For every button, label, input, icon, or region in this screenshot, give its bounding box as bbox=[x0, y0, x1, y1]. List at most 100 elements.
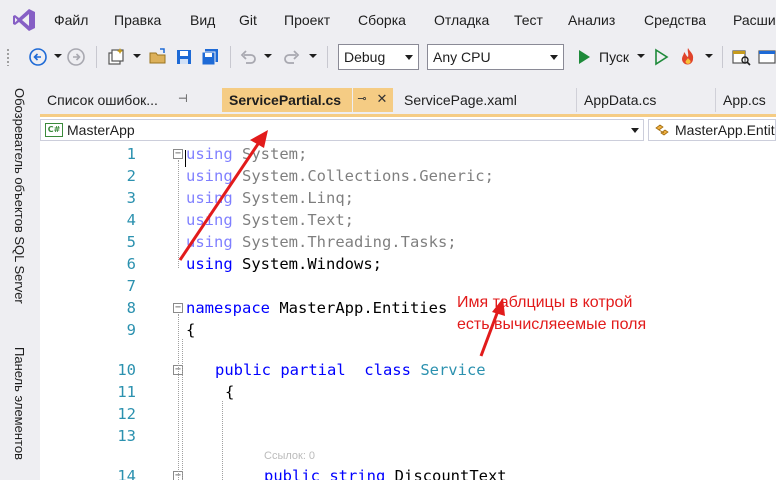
open-folder-icon[interactable] bbox=[148, 47, 168, 67]
close-icon[interactable]: ✕ bbox=[371, 88, 393, 112]
toolbar-window-icon[interactable] bbox=[757, 47, 776, 67]
chevron-down-icon bbox=[405, 55, 413, 60]
project-select[interactable]: C# MasterApp bbox=[40, 119, 644, 141]
toolbar-separator bbox=[230, 46, 231, 68]
line-number: 13 bbox=[117, 427, 136, 445]
line-number: 1 bbox=[126, 145, 136, 163]
sidebar-tab-label: Обозреватель объектов SQL Server bbox=[12, 88, 27, 304]
configuration-select[interactable]: Debug bbox=[338, 44, 419, 70]
menu-test[interactable]: Тест bbox=[514, 12, 543, 28]
chevron-down-icon[interactable] bbox=[637, 54, 645, 58]
chevron-down-icon[interactable] bbox=[705, 54, 713, 58]
collapse-icon[interactable]: − bbox=[173, 149, 183, 159]
editor-navigation-bar: C# MasterApp MasterApp.Entit bbox=[40, 117, 776, 143]
menu-analyze[interactable]: Анализ bbox=[568, 12, 615, 28]
line-number: 5 bbox=[126, 233, 136, 251]
code-text: public partial class Service bbox=[215, 361, 486, 379]
tab-servicepartial-cs[interactable]: ServicePartial.cs bbox=[222, 88, 352, 112]
chevron-down-icon bbox=[550, 55, 558, 60]
code-line-5: 5 using System.Threading.Tasks; bbox=[40, 231, 776, 253]
codelens-references[interactable]: Ссылок: 0 bbox=[264, 450, 315, 462]
code-text: public string DiscountText bbox=[264, 467, 507, 480]
chevron-down-icon[interactable] bbox=[133, 54, 141, 58]
menu-tools[interactable]: Средства bbox=[644, 12, 706, 28]
menu-view[interactable]: Вид bbox=[190, 12, 215, 28]
code-line-9: 9 { bbox=[40, 319, 776, 341]
toolbar-separator bbox=[96, 46, 97, 68]
start-button-label[interactable]: Пуск bbox=[599, 49, 629, 65]
toolbar-separator bbox=[327, 46, 328, 68]
code-line-3: 3 using System.Linq; bbox=[40, 187, 776, 209]
menu-extensions[interactable]: Расши bbox=[733, 12, 776, 28]
tab-error-list[interactable]: Список ошибок... bbox=[40, 88, 172, 112]
visual-studio-logo-icon[interactable] bbox=[12, 8, 36, 32]
type-select[interactable]: MasterApp.Entit bbox=[648, 119, 776, 141]
hot-reload-icon[interactable] bbox=[678, 47, 698, 67]
sql-server-object-explorer-tab[interactable]: Обозреватель объектов SQL Server bbox=[10, 88, 30, 338]
toolbar-grip[interactable] bbox=[6, 48, 10, 66]
project-value: MasterApp bbox=[67, 122, 135, 138]
code-line-10: 10 − public partial class Service bbox=[40, 359, 776, 381]
left-tool-panel: Обозреватель объектов SQL Server Панель … bbox=[0, 74, 40, 480]
code-editor[interactable]: 1 − using System; 2 using System.Collect… bbox=[40, 143, 776, 480]
tab-servicepage-xaml[interactable]: ServicePage.xaml bbox=[397, 88, 573, 112]
platform-select[interactable]: Any CPU bbox=[427, 44, 564, 70]
line-number: 8 bbox=[126, 299, 136, 317]
pin-icon[interactable]: ⊸ bbox=[353, 88, 371, 112]
code-text: using System.Linq; bbox=[186, 189, 354, 207]
new-project-icon[interactable] bbox=[106, 47, 126, 67]
code-line-13: 13 bbox=[40, 425, 776, 447]
line-number: 2 bbox=[126, 167, 136, 185]
toolbar-separator bbox=[722, 46, 723, 68]
pin-icon[interactable]: ⊣ bbox=[178, 92, 188, 105]
document-tab-bar: Список ошибок... ⊣ ServicePartial.cs ⊸ ✕… bbox=[40, 74, 776, 116]
class-icon bbox=[655, 124, 669, 136]
fold-guide bbox=[178, 314, 179, 480]
tab-app-cs[interactable]: App.cs bbox=[716, 88, 776, 112]
navigate-forward-icon bbox=[67, 48, 85, 66]
start-debugging-icon[interactable] bbox=[574, 47, 594, 67]
chevron-down-icon bbox=[309, 54, 317, 58]
line-number: 14 bbox=[117, 467, 136, 480]
chevron-down-icon bbox=[264, 54, 272, 58]
solution-explorer-icon[interactable] bbox=[731, 47, 751, 67]
line-number: 11 bbox=[117, 383, 136, 401]
chevron-down-icon[interactable] bbox=[54, 54, 62, 58]
start-without-debugging-icon[interactable] bbox=[651, 47, 671, 67]
toolbar: Debug Any CPU Пуск bbox=[0, 40, 776, 74]
menu-build[interactable]: Сборка bbox=[358, 12, 406, 28]
menu-project[interactable]: Проект bbox=[284, 12, 330, 28]
line-number: 4 bbox=[126, 211, 136, 229]
line-number: 12 bbox=[117, 405, 136, 423]
fold-guide bbox=[178, 160, 179, 268]
code-text: using System.Collections.Generic; bbox=[186, 167, 494, 185]
annotation-text: Имя таблцицы в котрой есть вычисляеемые … bbox=[457, 292, 646, 336]
tab-label: App.cs bbox=[723, 92, 766, 108]
line-number: 7 bbox=[126, 277, 136, 295]
save-all-icon[interactable] bbox=[200, 47, 220, 67]
tab-label: ServicePage.xaml bbox=[404, 92, 517, 108]
save-icon[interactable] bbox=[174, 47, 194, 67]
line-number: 9 bbox=[126, 321, 136, 339]
navigate-back-icon[interactable] bbox=[28, 47, 48, 67]
menu-edit[interactable]: Правка bbox=[114, 12, 161, 28]
code-text: using System; bbox=[186, 145, 308, 163]
tab-label: Список ошибок... bbox=[47, 92, 158, 108]
sidebar-tab-label: Панель элементов bbox=[12, 347, 27, 460]
code-line-11: 11 { bbox=[40, 381, 776, 403]
menu-debug[interactable]: Отладка bbox=[434, 12, 489, 28]
line-number: 10 bbox=[117, 361, 136, 379]
type-value: MasterApp.Entit bbox=[675, 122, 775, 138]
collapse-icon[interactable]: − bbox=[173, 303, 183, 313]
configuration-value: Debug bbox=[344, 49, 386, 65]
annotation-line-1: Имя таблцицы в котрой bbox=[457, 294, 633, 311]
tab-appdata-cs[interactable]: AppData.cs bbox=[577, 88, 715, 112]
code-line-1: 1 − using System; bbox=[40, 143, 776, 165]
code-text: using System.Text; bbox=[186, 211, 354, 229]
toolbox-tab[interactable]: Панель элементов bbox=[10, 347, 30, 480]
code-line-2: 2 using System.Collections.Generic; bbox=[40, 165, 776, 187]
menu-git[interactable]: Git bbox=[239, 12, 257, 28]
code-line-14: 14 − public string DiscountText bbox=[40, 465, 776, 480]
menu-file[interactable]: Файл bbox=[54, 12, 88, 28]
tab-label: ServicePartial.cs bbox=[229, 92, 342, 108]
